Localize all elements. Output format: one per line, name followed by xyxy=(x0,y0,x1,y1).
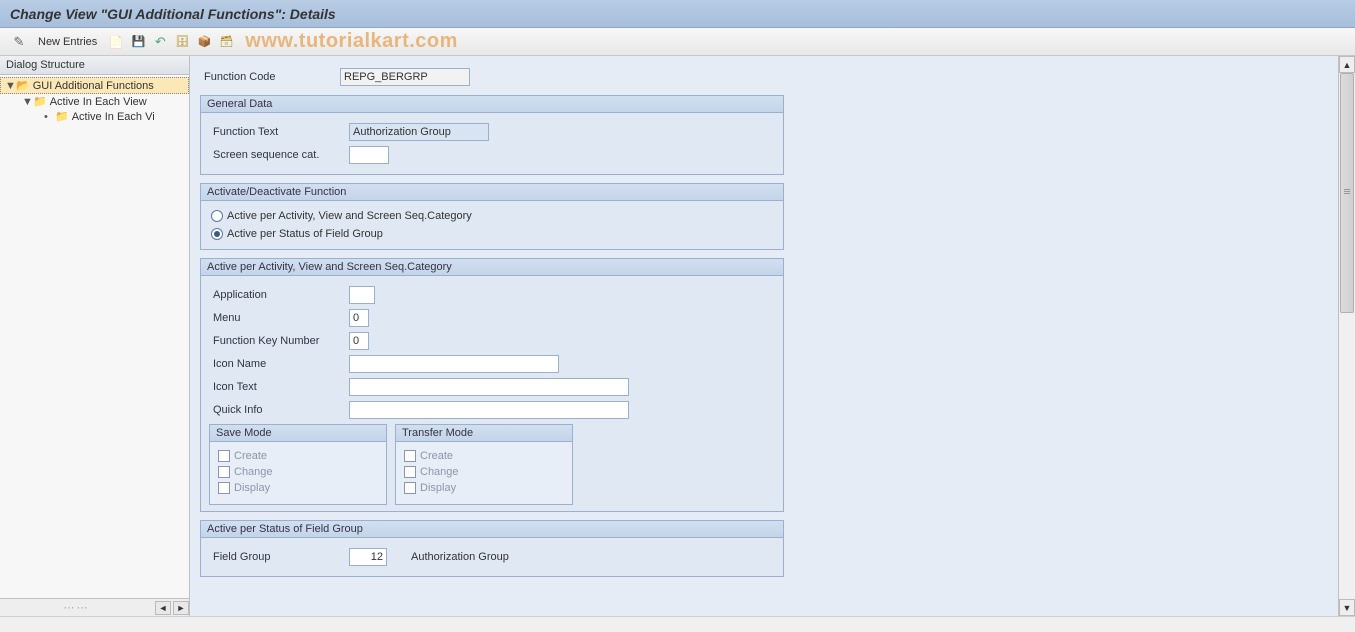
tree-label: Active In Each Vi xyxy=(72,111,155,123)
transport-icon[interactable] xyxy=(217,33,235,51)
general-data-group: General Data Function Text Screen sequen… xyxy=(200,95,784,175)
folder-open-icon xyxy=(16,79,33,92)
menu-input[interactable] xyxy=(349,309,369,327)
transfer-display-checkbox[interactable]: Display xyxy=(404,480,564,496)
delimit-icon[interactable] xyxy=(173,33,191,51)
sidebar: Dialog Structure ▼ GUI Additional Functi… xyxy=(0,56,190,616)
tree-label: GUI Additional Functions xyxy=(33,80,154,92)
tree-node-active-in-each-vi[interactable]: • Active In Each Vi xyxy=(0,109,189,124)
save-change-checkbox[interactable]: Change xyxy=(218,464,378,480)
scroll-track[interactable] xyxy=(1339,73,1355,599)
checkbox-label: Change xyxy=(234,466,273,478)
screen-seq-label: Screen sequence cat. xyxy=(209,149,349,161)
save-create-checkbox[interactable]: Create xyxy=(218,448,378,464)
radio-label: Active per Status of Field Group xyxy=(227,228,383,240)
content-area: Dialog Structure ▼ GUI Additional Functi… xyxy=(0,56,1355,616)
status-bar xyxy=(0,616,1355,632)
radio-icon xyxy=(211,210,223,222)
per-activity-group: Active per Activity, View and Screen Seq… xyxy=(200,258,784,512)
field-group-label: Field Group xyxy=(209,551,349,563)
menu-label: Menu xyxy=(209,312,349,324)
transfer-change-checkbox[interactable]: Change xyxy=(404,464,564,480)
checkbox-icon xyxy=(404,466,416,478)
checkbox-label: Change xyxy=(420,466,459,478)
radio-active-per-status[interactable]: Active per Status of Field Group xyxy=(209,225,775,243)
per-status-title: Active per Status of Field Group xyxy=(201,521,783,538)
folder-closed-icon xyxy=(55,110,72,123)
field-group-text: Authorization Group xyxy=(411,551,509,563)
radio-label: Active per Activity, View and Screen Seq… xyxy=(227,210,472,222)
checkbox-icon xyxy=(218,482,230,494)
radio-icon xyxy=(211,228,223,240)
scroll-left-icon[interactable]: ◄ xyxy=(155,601,171,615)
function-text-label: Function Text xyxy=(209,126,349,138)
application-label: Application xyxy=(209,289,349,301)
fkey-label: Function Key Number xyxy=(209,335,349,347)
title-bar: Change View "GUI Additional Functions": … xyxy=(0,0,1355,28)
quick-info-input[interactable] xyxy=(349,401,629,419)
copy-icon[interactable] xyxy=(107,33,125,51)
select-all-icon[interactable] xyxy=(195,33,213,51)
expander-icon[interactable]: ▼ xyxy=(5,80,15,92)
activate-title: Activate/Deactivate Function xyxy=(201,184,783,201)
checkbox-label: Display xyxy=(420,482,456,494)
icon-name-input[interactable] xyxy=(349,355,559,373)
save-display-checkbox[interactable]: Display xyxy=(218,480,378,496)
toggle-edit-icon[interactable] xyxy=(10,33,28,51)
main-panel: Function Code General Data Function Text… xyxy=(190,56,1338,616)
function-code-input[interactable] xyxy=(340,68,470,86)
vertical-scrollbar[interactable]: ▲ ▼ xyxy=(1338,56,1355,616)
checkbox-icon xyxy=(218,450,230,462)
checkbox-icon xyxy=(218,466,230,478)
checkbox-label: Create xyxy=(234,450,267,462)
sidebar-footer: ⋯⋯ ◄ ► xyxy=(0,598,189,616)
expander-icon[interactable]: ▼ xyxy=(22,96,32,108)
checkbox-icon xyxy=(404,482,416,494)
function-code-row: Function Code xyxy=(200,67,1328,87)
new-entries-button[interactable]: New Entries xyxy=(32,34,103,50)
sidebar-resize-handle[interactable]: ⋯⋯ xyxy=(0,601,153,614)
watermark: www.tutorialkart.com xyxy=(245,30,458,53)
sidebar-header: Dialog Structure xyxy=(0,56,189,75)
field-group-input[interactable] xyxy=(349,548,387,566)
leaf-icon: • xyxy=(44,111,54,123)
screen-seq-input[interactable] xyxy=(349,146,389,164)
per-activity-title: Active per Activity, View and Screen Seq… xyxy=(201,259,783,276)
tree-node-active-in-each-view[interactable]: ▼ Active In Each View xyxy=(0,94,189,109)
icon-text-input[interactable] xyxy=(349,378,629,396)
function-text-input[interactable] xyxy=(349,123,489,141)
function-code-label: Function Code xyxy=(200,71,340,83)
checkbox-icon xyxy=(404,450,416,462)
transfer-create-checkbox[interactable]: Create xyxy=(404,448,564,464)
application-input[interactable] xyxy=(349,286,375,304)
icon-name-label: Icon Name xyxy=(209,358,349,370)
per-status-group: Active per Status of Field Group Field G… xyxy=(200,520,784,577)
general-data-title: General Data xyxy=(201,96,783,113)
save-mode-title: Save Mode xyxy=(210,425,386,442)
transfer-mode-title: Transfer Mode xyxy=(396,425,572,442)
save-icon[interactable] xyxy=(129,33,147,51)
scroll-up-icon[interactable]: ▲ xyxy=(1339,56,1355,73)
toolbar: New Entries www.tutorialkart.com xyxy=(0,28,1355,56)
tree-node-gui-additional-functions[interactable]: ▼ GUI Additional Functions xyxy=(0,77,189,94)
transfer-mode-box: Transfer Mode Create Change Display xyxy=(395,424,573,505)
page-title: Change View "GUI Additional Functions": … xyxy=(10,6,336,22)
scroll-right-icon[interactable]: ► xyxy=(173,601,189,615)
checkbox-label: Create xyxy=(420,450,453,462)
undo-icon[interactable] xyxy=(151,33,169,51)
quick-info-label: Quick Info xyxy=(209,404,349,416)
radio-active-per-activity[interactable]: Active per Activity, View and Screen Seq… xyxy=(209,207,775,225)
folder-closed-icon xyxy=(33,95,50,108)
icon-text-label: Icon Text xyxy=(209,381,349,393)
save-mode-box: Save Mode Create Change Display xyxy=(209,424,387,505)
tree-label: Active In Each View xyxy=(50,96,147,108)
scroll-thumb[interactable] xyxy=(1340,73,1354,313)
fkey-input[interactable] xyxy=(349,332,369,350)
checkbox-label: Display xyxy=(234,482,270,494)
dialog-structure-tree: ▼ GUI Additional Functions ▼ Active In E… xyxy=(0,75,189,598)
scroll-down-icon[interactable]: ▼ xyxy=(1339,599,1355,616)
activate-group: Activate/Deactivate Function Active per … xyxy=(200,183,784,250)
